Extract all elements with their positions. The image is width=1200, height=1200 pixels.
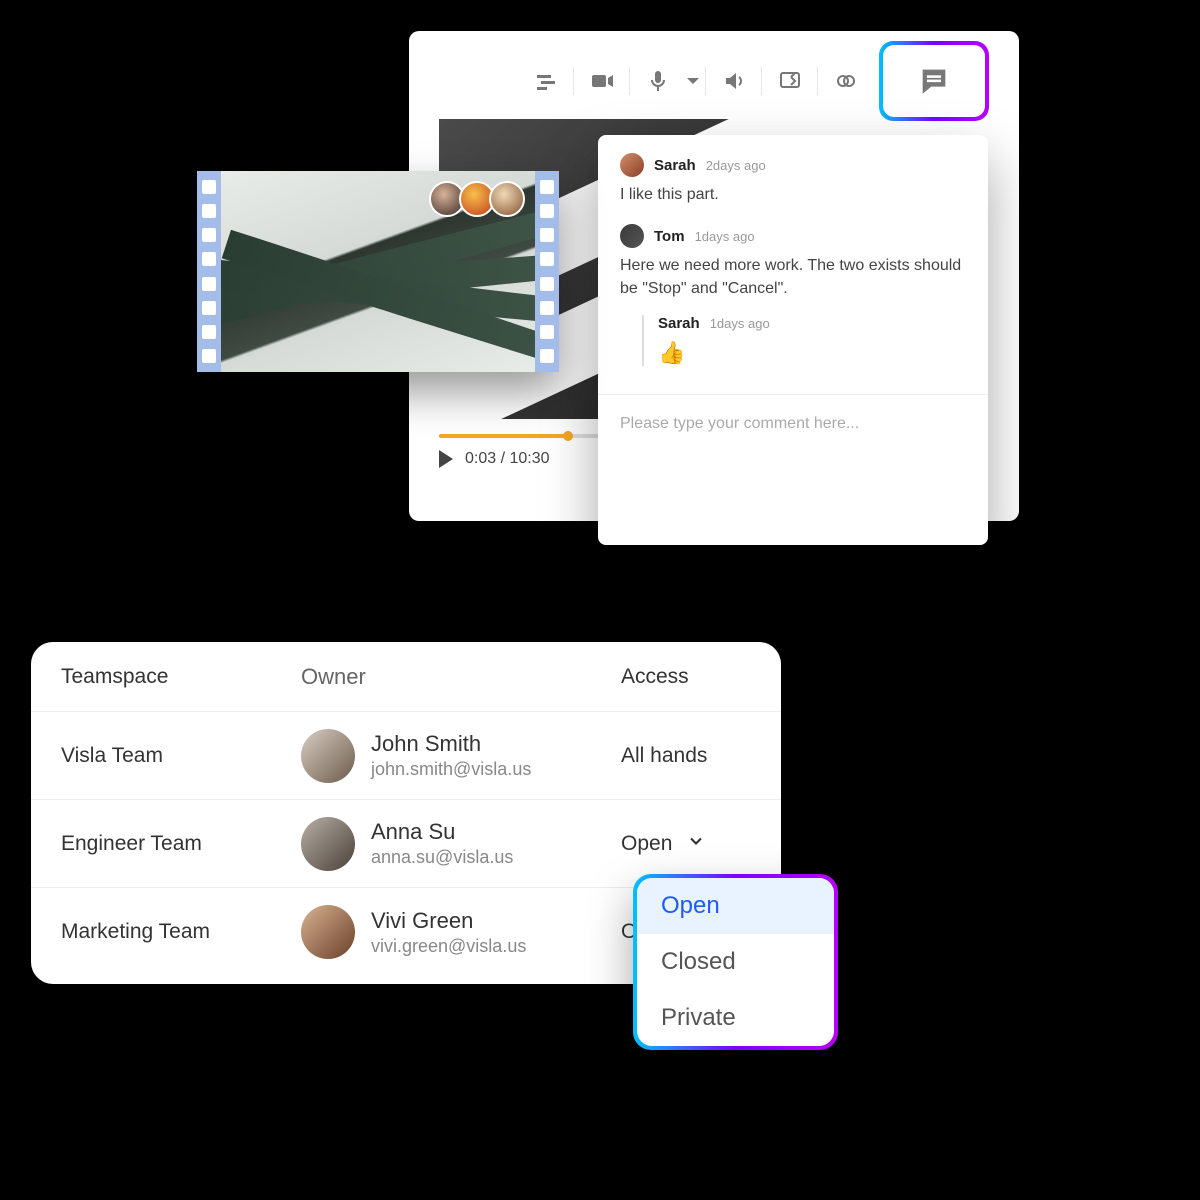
comment-input-placeholder: Please type your comment here... bbox=[620, 415, 859, 432]
comment-input[interactable]: Please type your comment here... bbox=[598, 394, 988, 545]
reply-time: 1days ago bbox=[710, 316, 770, 331]
dropdown-option-private[interactable]: Private bbox=[637, 990, 834, 1046]
comment-time: 1days ago bbox=[695, 229, 755, 244]
screen-share-icon[interactable] bbox=[762, 60, 817, 102]
teamspace-name: Marketing Team bbox=[61, 920, 301, 944]
header-owner: Owner bbox=[301, 664, 621, 690]
chevron-down-icon bbox=[686, 831, 706, 857]
mic-caret-icon[interactable] bbox=[681, 60, 705, 102]
avatar bbox=[620, 153, 644, 177]
comment-author: Sarah bbox=[654, 157, 696, 174]
speaker-icon[interactable] bbox=[706, 60, 761, 102]
comment-time: 2days ago bbox=[706, 158, 766, 173]
comment-author: Tom bbox=[654, 228, 685, 245]
mic-icon[interactable] bbox=[630, 60, 685, 102]
owner-email: anna.su@visla.us bbox=[371, 847, 513, 868]
comment-reply: Sarah 1days ago 👍 bbox=[642, 315, 966, 366]
access-select[interactable]: Open bbox=[621, 831, 751, 857]
video-icon[interactable] bbox=[574, 60, 629, 102]
owner-email: vivi.green@visla.us bbox=[371, 936, 526, 957]
avatar bbox=[301, 905, 355, 959]
avatar[interactable] bbox=[489, 181, 525, 217]
owner-name: Vivi Green bbox=[371, 908, 526, 934]
dropdown-option-closed[interactable]: Closed bbox=[637, 934, 834, 990]
comments-panel: Sarah 2days ago I like this part. Tom 1d… bbox=[598, 135, 988, 545]
comment: Sarah 2days ago I like this part. bbox=[620, 153, 966, 206]
collaborator-avatars bbox=[435, 181, 525, 217]
access-value[interactable]: All hands bbox=[621, 744, 751, 768]
comments-button-highlight bbox=[879, 41, 989, 121]
table-row[interactable]: Visla Team John Smith john.smith@visla.u… bbox=[31, 712, 781, 800]
editor-toolbar bbox=[439, 51, 989, 111]
comment: Tom 1days ago Here we need more work. Th… bbox=[620, 224, 966, 365]
sliders-icon[interactable] bbox=[518, 60, 573, 102]
avatar bbox=[620, 224, 644, 248]
avatar bbox=[301, 817, 355, 871]
comments-icon bbox=[917, 64, 951, 98]
link-icon[interactable] bbox=[818, 60, 873, 102]
comments-button[interactable] bbox=[883, 45, 985, 117]
owner-name: John Smith bbox=[371, 731, 531, 757]
teamspace-name: Visla Team bbox=[61, 744, 301, 768]
reply-author: Sarah bbox=[658, 315, 700, 332]
owner-name: Anna Su bbox=[371, 819, 513, 845]
comment-text: Here we need more work. The two exists s… bbox=[620, 254, 966, 300]
comment-text: I like this part. bbox=[620, 183, 966, 206]
header-access: Access bbox=[621, 665, 751, 689]
filmstrip-thumbnail[interactable] bbox=[197, 171, 559, 372]
play-time: 0:03 / 10:30 bbox=[465, 450, 550, 468]
teamspace-name: Engineer Team bbox=[61, 832, 301, 856]
owner-email: john.smith@visla.us bbox=[371, 759, 531, 780]
header-teamspace: Teamspace bbox=[61, 665, 301, 689]
avatar bbox=[301, 729, 355, 783]
table-header: Teamspace Owner Access bbox=[31, 642, 781, 712]
play-icon[interactable] bbox=[439, 450, 453, 468]
access-dropdown: Open Closed Private bbox=[633, 874, 838, 1050]
dropdown-option-open[interactable]: Open bbox=[637, 878, 834, 934]
reply-emoji: 👍 bbox=[658, 340, 966, 366]
